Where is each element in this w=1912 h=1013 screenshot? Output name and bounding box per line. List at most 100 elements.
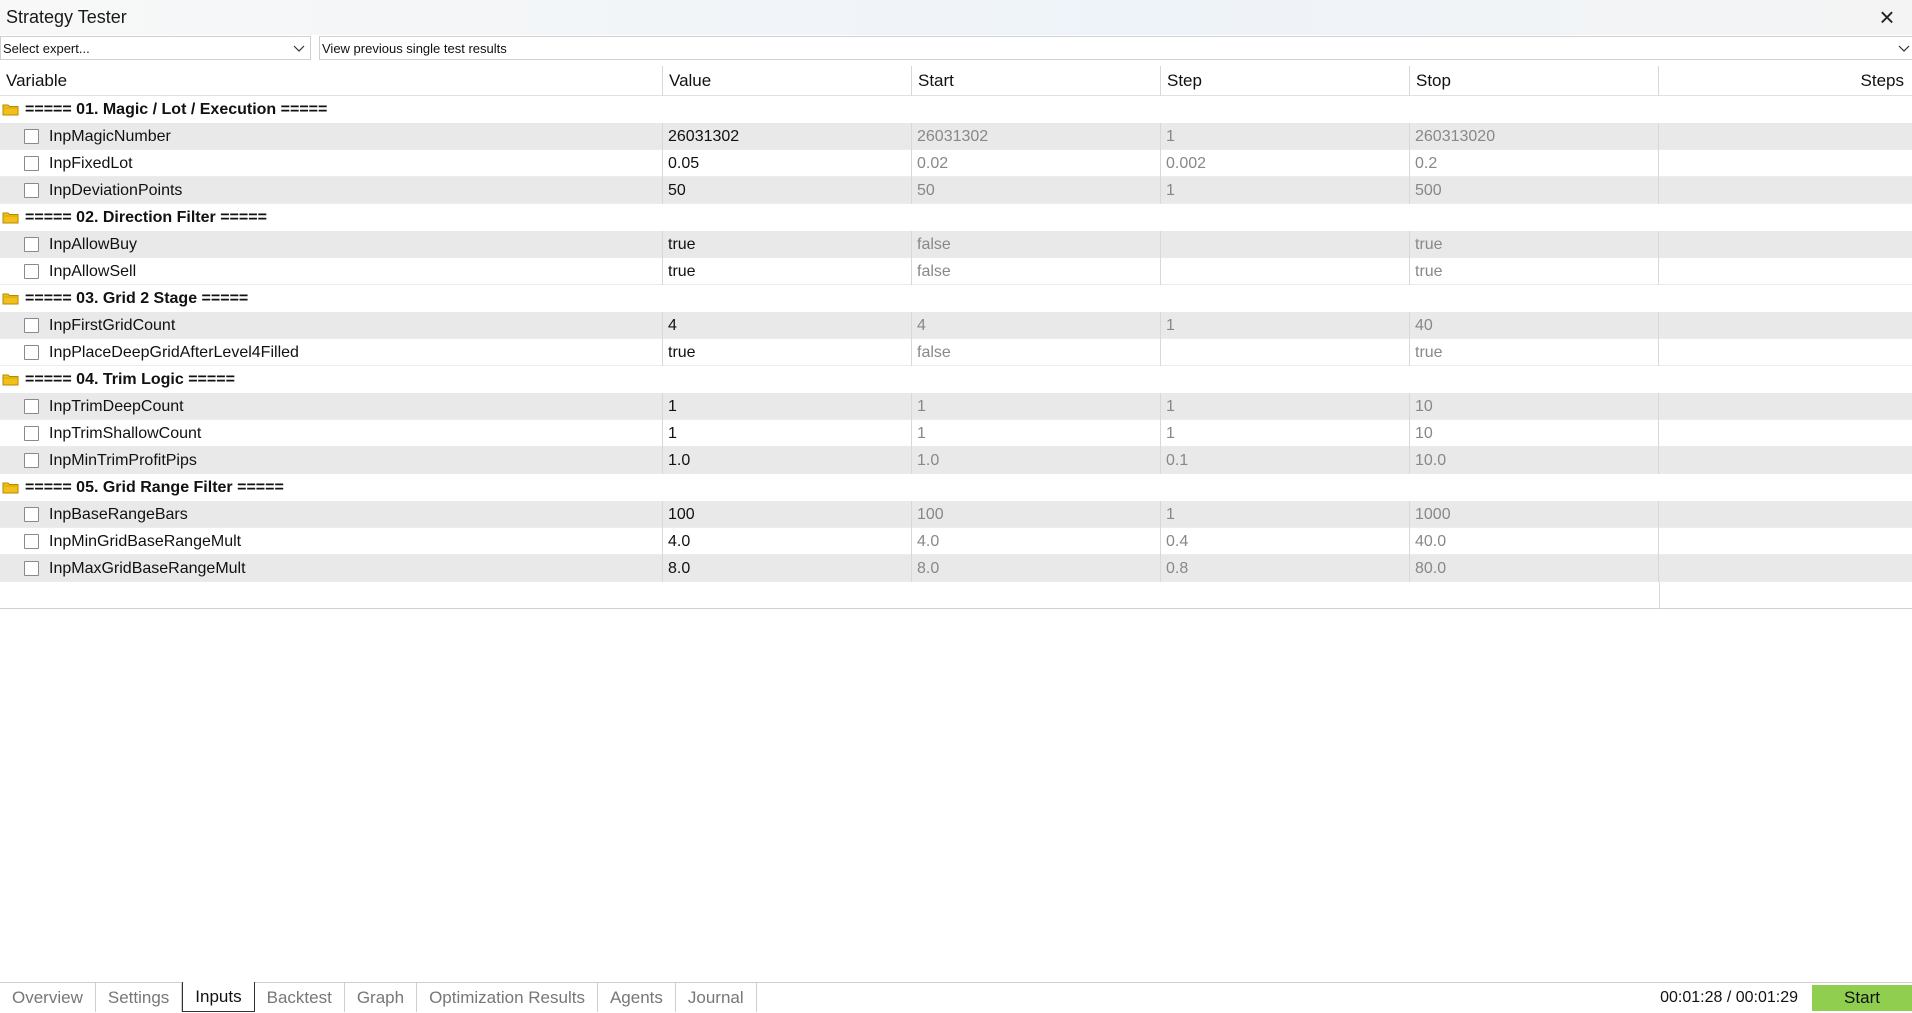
start-cell[interactable]: 50 bbox=[912, 177, 1161, 204]
table-row[interactable]: InpMinGridBaseRangeMult 4.0 4.0 0.4 40.0 bbox=[0, 528, 1912, 555]
checkbox-icon[interactable] bbox=[24, 399, 39, 414]
stop-cell[interactable]: 1000 bbox=[1410, 501, 1659, 528]
column-header-step[interactable]: Step bbox=[1161, 66, 1410, 96]
steps-cell[interactable] bbox=[1659, 528, 1912, 555]
checkbox-icon[interactable] bbox=[24, 264, 39, 279]
value-cell[interactable]: 100 bbox=[663, 501, 912, 528]
value-cell[interactable]: 1 bbox=[663, 420, 912, 447]
group-header[interactable]: ===== 02. Direction Filter ===== bbox=[0, 204, 1912, 231]
steps-cell[interactable] bbox=[1659, 123, 1912, 150]
stop-cell[interactable]: 10 bbox=[1410, 393, 1659, 420]
table-row[interactable]: InpTrimDeepCount 1 1 1 10 bbox=[0, 393, 1912, 420]
table-row[interactable]: InpBaseRangeBars 100 100 1 1000 bbox=[0, 501, 1912, 528]
checkbox-icon[interactable] bbox=[24, 237, 39, 252]
value-cell[interactable]: true bbox=[663, 339, 912, 366]
start-cell[interactable]: 1.0 bbox=[912, 447, 1161, 474]
tab-overview[interactable]: Overview bbox=[0, 983, 96, 1012]
value-cell[interactable]: 4 bbox=[663, 312, 912, 339]
steps-cell[interactable] bbox=[1659, 177, 1912, 204]
group-header[interactable]: ===== 03. Grid 2 Stage ===== bbox=[0, 285, 1912, 312]
tab-inputs[interactable]: Inputs bbox=[182, 982, 255, 1012]
expert-select[interactable]: Select expert... bbox=[0, 36, 311, 60]
tab-settings[interactable]: Settings bbox=[96, 983, 183, 1012]
value-cell[interactable]: 1 bbox=[663, 393, 912, 420]
start-cell[interactable]: false bbox=[912, 258, 1161, 285]
value-cell[interactable]: 4.0 bbox=[663, 528, 912, 555]
step-cell[interactable]: 1 bbox=[1161, 177, 1410, 204]
column-header-variable[interactable]: Variable bbox=[0, 66, 663, 96]
steps-cell[interactable] bbox=[1659, 555, 1912, 582]
steps-cell[interactable] bbox=[1659, 447, 1912, 474]
step-cell[interactable]: 0.8 bbox=[1161, 555, 1410, 582]
step-cell[interactable]: 0.002 bbox=[1161, 150, 1410, 177]
start-cell[interactable]: false bbox=[912, 339, 1161, 366]
start-cell[interactable]: 100 bbox=[912, 501, 1161, 528]
stop-cell[interactable]: true bbox=[1410, 231, 1659, 258]
step-cell[interactable]: 1 bbox=[1161, 123, 1410, 150]
stop-cell[interactable]: 10.0 bbox=[1410, 447, 1659, 474]
stop-cell[interactable]: 0.2 bbox=[1410, 150, 1659, 177]
checkbox-icon[interactable] bbox=[24, 507, 39, 522]
checkbox-icon[interactable] bbox=[24, 426, 39, 441]
column-header-stop[interactable]: Stop bbox=[1410, 66, 1659, 96]
table-row[interactable]: InpFirstGridCount 4 4 1 40 bbox=[0, 312, 1912, 339]
checkbox-icon[interactable] bbox=[24, 318, 39, 333]
checkbox-icon[interactable] bbox=[24, 156, 39, 171]
stop-cell[interactable]: true bbox=[1410, 339, 1659, 366]
steps-cell[interactable] bbox=[1659, 420, 1912, 447]
stop-cell[interactable]: 40.0 bbox=[1410, 528, 1659, 555]
tab-optimization-results[interactable]: Optimization Results bbox=[417, 983, 598, 1012]
step-cell[interactable]: 0.4 bbox=[1161, 528, 1410, 555]
table-row[interactable]: InpFixedLot 0.05 0.02 0.002 0.2 bbox=[0, 150, 1912, 177]
tab-graph[interactable]: Graph bbox=[345, 983, 418, 1012]
table-row[interactable]: InpDeviationPoints 50 50 1 500 bbox=[0, 177, 1912, 204]
step-cell[interactable]: 1 bbox=[1161, 393, 1410, 420]
steps-cell[interactable] bbox=[1659, 231, 1912, 258]
start-cell[interactable]: 26031302 bbox=[912, 123, 1161, 150]
value-cell[interactable]: 26031302 bbox=[663, 123, 912, 150]
steps-cell[interactable] bbox=[1659, 501, 1912, 528]
step-cell[interactable]: 1 bbox=[1161, 501, 1410, 528]
steps-cell[interactable] bbox=[1659, 258, 1912, 285]
table-row[interactable]: InpMaxGridBaseRangeMult 8.0 8.0 0.8 80.0 bbox=[0, 555, 1912, 582]
table-row[interactable]: InpAllowBuy true false true bbox=[0, 231, 1912, 258]
column-header-steps[interactable]: Steps bbox=[1659, 66, 1912, 96]
close-icon[interactable]: × bbox=[1874, 4, 1900, 30]
step-cell[interactable] bbox=[1161, 231, 1410, 258]
stop-cell[interactable]: true bbox=[1410, 258, 1659, 285]
stop-cell[interactable]: 500 bbox=[1410, 177, 1659, 204]
start-cell[interactable]: 4 bbox=[912, 312, 1161, 339]
table-row[interactable]: InpPlaceDeepGridAfterLevel4Filled true fal… bbox=[0, 339, 1912, 366]
step-cell[interactable] bbox=[1161, 258, 1410, 285]
stop-cell[interactable]: 260313020 bbox=[1410, 123, 1659, 150]
start-cell[interactable]: 0.02 bbox=[912, 150, 1161, 177]
tab-backtest[interactable]: Backtest bbox=[255, 983, 345, 1012]
step-cell[interactable]: 0.1 bbox=[1161, 447, 1410, 474]
group-header[interactable]: ===== 01. Magic / Lot / Execution ===== bbox=[0, 96, 1912, 123]
step-cell[interactable]: 1 bbox=[1161, 420, 1410, 447]
start-cell[interactable]: 1 bbox=[912, 420, 1161, 447]
value-cell[interactable]: 0.05 bbox=[663, 150, 912, 177]
checkbox-icon[interactable] bbox=[24, 534, 39, 549]
checkbox-icon[interactable] bbox=[24, 345, 39, 360]
group-header[interactable]: ===== 05. Grid Range Filter ===== bbox=[0, 474, 1912, 501]
checkbox-icon[interactable] bbox=[24, 129, 39, 144]
table-row[interactable]: InpTrimShallowCount 1 1 1 10 bbox=[0, 420, 1912, 447]
tab-agents[interactable]: Agents bbox=[598, 983, 676, 1012]
start-button[interactable]: Start bbox=[1812, 985, 1912, 1011]
group-header[interactable]: ===== 04. Trim Logic ===== bbox=[0, 366, 1912, 393]
checkbox-icon[interactable] bbox=[24, 561, 39, 576]
steps-cell[interactable] bbox=[1659, 312, 1912, 339]
checkbox-icon[interactable] bbox=[24, 453, 39, 468]
start-cell[interactable]: 4.0 bbox=[912, 528, 1161, 555]
value-cell[interactable]: 8.0 bbox=[663, 555, 912, 582]
steps-cell[interactable] bbox=[1659, 339, 1912, 366]
checkbox-icon[interactable] bbox=[24, 183, 39, 198]
table-row[interactable]: InpMagicNumber 26031302 26031302 1 260313020 bbox=[0, 123, 1912, 150]
stop-cell[interactable]: 40 bbox=[1410, 312, 1659, 339]
step-cell[interactable]: 1 bbox=[1161, 312, 1410, 339]
value-cell[interactable]: true bbox=[663, 231, 912, 258]
stop-cell[interactable]: 10 bbox=[1410, 420, 1659, 447]
start-cell[interactable]: false bbox=[912, 231, 1161, 258]
column-header-value[interactable]: Value bbox=[663, 66, 912, 96]
